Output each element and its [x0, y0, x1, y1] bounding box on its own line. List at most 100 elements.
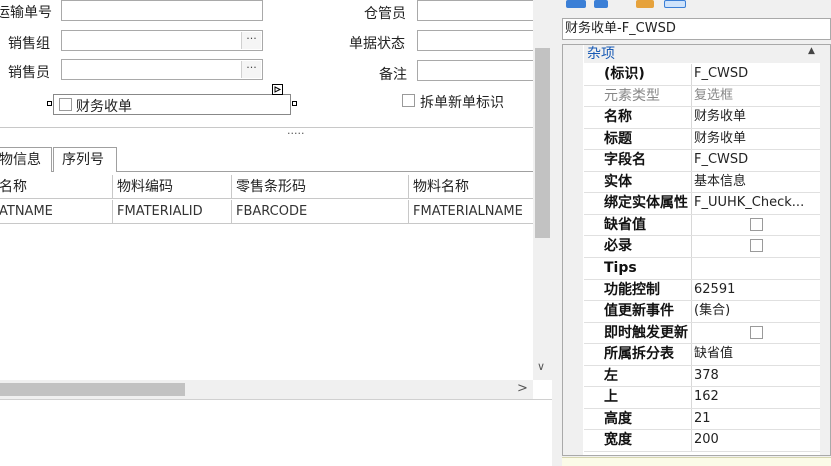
property-value[interactable] — [694, 258, 818, 279]
property-pages-icon[interactable] — [636, 0, 654, 8]
property-grid-margin — [563, 45, 583, 455]
remark-input[interactable] — [417, 60, 552, 81]
property-row[interactable]: (标识) F_CWSD — [584, 64, 820, 86]
property-row[interactable]: 功能控制 62591 — [584, 279, 820, 302]
table-cell[interactable]: FMATERIALID — [113, 200, 232, 224]
property-value[interactable]: 财务收单 — [694, 107, 818, 128]
property-name: 必录 — [584, 236, 692, 257]
transport-no-input[interactable] — [61, 0, 263, 21]
property-name: 缺省值 — [584, 214, 692, 236]
category-row-misc[interactable]: 杂项 ▲ — [584, 45, 820, 63]
table-cell[interactable]: FMATERIALNAME — [409, 200, 533, 224]
vertical-scrollbar[interactable]: ∨ — [533, 0, 552, 380]
property-value[interactable]: 378 — [694, 366, 818, 387]
horizontal-scrollbar-thumb[interactable] — [0, 383, 185, 396]
column-header-material-name[interactable]: 物料名称 — [409, 175, 533, 199]
field-label-doc-status: 单据状态 — [349, 36, 405, 52]
properties-toolbar — [560, 0, 700, 9]
salesperson-lookup-button[interactable]: ··· — [241, 61, 261, 78]
selected-finance-receipt-checkbox[interactable]: 财务收单 — [53, 94, 291, 115]
property-value[interactable] — [694, 215, 818, 236]
property-value[interactable]: 200 — [694, 430, 818, 451]
splitter-grip[interactable]: ····· — [287, 127, 304, 140]
split-new-order-label: 拆单新单标识 — [420, 95, 504, 111]
vertical-scrollbar-thumb[interactable] — [535, 48, 550, 238]
tab-serial-number[interactable]: 序列号 — [53, 147, 117, 172]
finance-receipt-checkbox-label: 财务收单 — [76, 99, 132, 115]
property-grid-scrollbar[interactable] — [820, 45, 830, 455]
property-value[interactable]: 缺省值 — [694, 344, 818, 365]
sales-group-lookup-button[interactable]: ··· — [241, 32, 261, 49]
table-cell[interactable]: ATNAME — [0, 200, 113, 224]
property-row[interactable]: 上 162 — [584, 387, 820, 409]
property-name: 即时触发更新 — [584, 322, 692, 344]
warehouse-keeper-input[interactable] — [417, 0, 552, 21]
property-row[interactable]: 绑定实体属性 F_UUHK_Check... — [584, 193, 820, 215]
property-row[interactable]: 宽度 200 — [584, 430, 820, 452]
property-row[interactable]: 名称 财务收单 — [584, 107, 820, 129]
property-value: 复选框 — [694, 87, 734, 103]
property-checkbox[interactable] — [750, 239, 763, 253]
property-name: 上 — [584, 387, 692, 408]
property-name: Tips — [584, 257, 692, 279]
column-header-barcode[interactable]: 零售条形码 — [232, 175, 409, 199]
property-name: (标识) — [584, 64, 692, 85]
property-row[interactable]: 实体 基本信息 — [584, 171, 820, 194]
property-value[interactable]: F_CWSD — [694, 64, 818, 85]
property-checkbox[interactable] — [750, 325, 763, 339]
section-divider — [0, 127, 533, 128]
property-checkbox[interactable] — [750, 217, 763, 231]
field-label-salesperson: 销售员 — [8, 65, 50, 81]
categorized-view-icon[interactable] — [566, 0, 586, 8]
property-row[interactable]: 高度 21 — [584, 408, 820, 431]
object-selector-dropdown[interactable]: 财务收单-F_CWSD — [562, 18, 831, 40]
table-cell[interactable]: FBARCODE — [232, 200, 409, 224]
property-value[interactable]: F_CWSD — [694, 150, 818, 171]
property-value[interactable]: 基本信息 — [694, 172, 818, 193]
property-row[interactable]: 值更新事件 (集合) — [584, 301, 820, 323]
property-row[interactable]: 标题 财务收单 — [584, 128, 820, 151]
sales-group-input[interactable]: ··· — [61, 30, 263, 51]
property-name: 左 — [584, 365, 692, 387]
bottom-divider — [0, 399, 552, 400]
property-name: 实体 — [584, 171, 692, 193]
property-value[interactable]: 62591 — [694, 280, 818, 301]
move-handle-icon[interactable] — [272, 84, 283, 95]
form-designer-canvas[interactable]: 运输单号 仓管员 销售组 ··· 单据状态 销售员 ··· 备注 财务收单 拆单… — [0, 0, 552, 466]
column-header-material-code[interactable]: 物料编码 — [113, 175, 232, 199]
resize-handle-left[interactable] — [47, 101, 52, 106]
property-value[interactable] — [694, 323, 818, 344]
property-row[interactable]: 必录 — [584, 236, 820, 258]
property-row[interactable]: 元素类型 复选框 — [584, 85, 820, 108]
property-value[interactable]: 财务收单 — [694, 129, 818, 150]
events-view-icon[interactable] — [664, 0, 686, 8]
resize-handle-right[interactable] — [292, 101, 297, 106]
doc-status-input[interactable] — [417, 30, 552, 51]
column-header-name[interactable]: 名称 — [0, 175, 113, 199]
horizontal-scrollbar[interactable]: > — [0, 380, 533, 399]
scroll-right-arrow-icon[interactable]: > — [517, 381, 528, 396]
property-row[interactable]: Tips — [584, 257, 820, 280]
field-label-remark: 备注 — [379, 67, 407, 83]
collapse-arrow-icon[interactable]: ▲ — [808, 46, 815, 56]
property-row[interactable]: 左 378 — [584, 365, 820, 388]
property-value[interactable]: F_UUHK_Check... — [694, 193, 818, 214]
property-row[interactable]: 所属拆分表 缺省值 — [584, 344, 820, 366]
split-new-order-checkbox-box[interactable] — [402, 94, 415, 107]
property-row[interactable]: 字段名 F_CWSD — [584, 150, 820, 172]
property-row[interactable]: 缺省值 — [584, 214, 820, 237]
tab-material-info[interactable]: 物信息 — [0, 147, 52, 172]
property-row[interactable]: 即时触发更新 — [584, 322, 820, 345]
field-label-warehouse-keeper: 仓管员 — [364, 6, 406, 22]
property-name: 字段名 — [584, 150, 692, 171]
scroll-down-arrow-icon[interactable]: ∨ — [537, 360, 545, 373]
property-name: 高度 — [584, 408, 692, 430]
salesperson-input[interactable]: ··· — [61, 59, 263, 80]
property-value[interactable] — [694, 236, 818, 257]
property-value[interactable]: 162 — [694, 387, 818, 408]
alphabetical-sort-icon[interactable] — [594, 0, 608, 8]
property-value[interactable]: 21 — [694, 409, 818, 430]
finance-receipt-checkbox-box[interactable] — [59, 98, 72, 111]
property-value[interactable]: (集合) — [694, 301, 818, 322]
property-name: 标题 — [584, 128, 692, 150]
